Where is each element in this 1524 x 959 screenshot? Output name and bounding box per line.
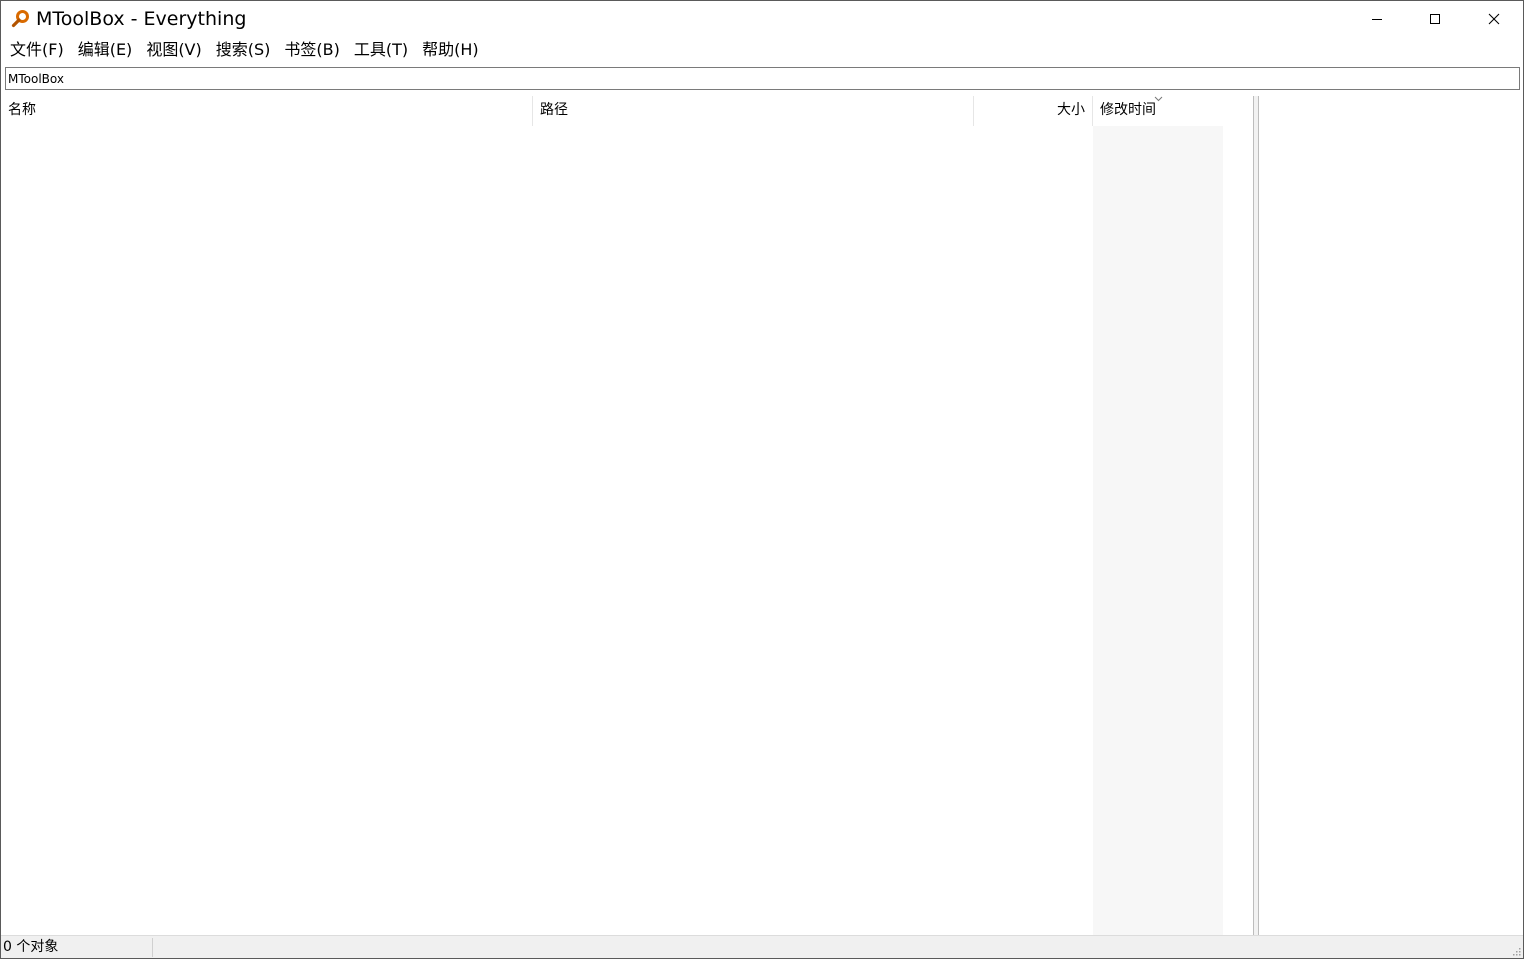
column-header-size[interactable]: 大小: [974, 96, 1093, 126]
menu-search[interactable]: 搜索(S): [209, 38, 278, 62]
window-title: MToolBox - Everything: [36, 8, 247, 30]
minimize-icon: [1372, 19, 1382, 20]
close-button[interactable]: [1465, 1, 1523, 37]
menu-view[interactable]: 视图(V): [139, 38, 208, 62]
menu-bookmarks[interactable]: 书签(B): [277, 38, 346, 62]
column-header-path[interactable]: 路径: [533, 96, 974, 126]
status-divider: [152, 938, 153, 957]
title-bar[interactable]: MToolBox - Everything: [1, 1, 1523, 37]
status-bar: 0 个对象: [1, 935, 1523, 958]
status-object-count: 0 个对象: [3, 939, 59, 955]
menu-tools[interactable]: 工具(T): [347, 38, 415, 62]
close-icon: [1488, 13, 1500, 25]
menu-bar: 文件(F) 编辑(E) 视图(V) 搜索(S) 书签(B) 工具(T) 帮助(H…: [1, 37, 1523, 63]
search-input[interactable]: [6, 68, 1519, 89]
preview-pane: [1259, 96, 1523, 935]
menu-edit[interactable]: 编辑(E): [71, 38, 140, 62]
resize-grip-icon[interactable]: [1511, 946, 1521, 956]
sorted-column-highlight: [1093, 126, 1223, 935]
results-list[interactable]: 名称 路径 大小 修改时间: [1, 96, 1253, 935]
column-header-name[interactable]: 名称: [1, 96, 533, 126]
column-header-row: 名称 路径 大小 修改时间: [1, 96, 1223, 126]
menu-file[interactable]: 文件(F): [3, 38, 71, 62]
menu-help[interactable]: 帮助(H): [415, 38, 486, 62]
maximize-icon: [1430, 14, 1440, 24]
search-magnifier-icon: [11, 10, 29, 28]
app-window: MToolBox - Everything 文件(F) 编辑(E) 视图(V) …: [0, 0, 1524, 959]
minimize-button[interactable]: [1348, 1, 1406, 37]
sort-descending-icon: [1154, 96, 1163, 102]
maximize-button[interactable]: [1406, 1, 1464, 37]
search-box: [5, 67, 1520, 90]
